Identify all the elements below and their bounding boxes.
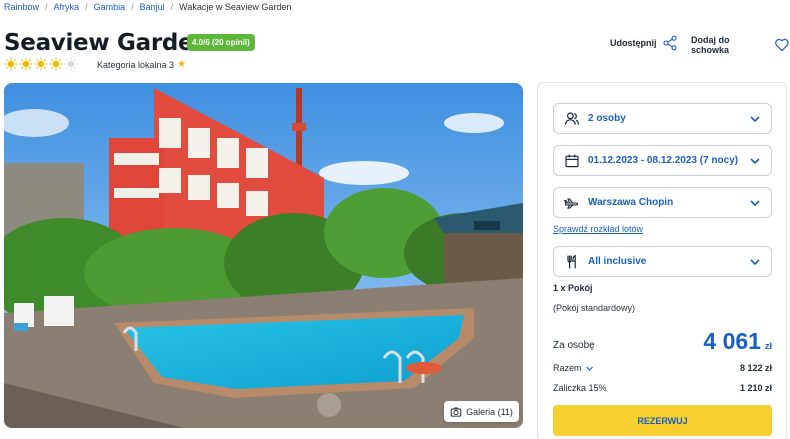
breadcrumb-link-rainbow[interactable]: Rainbow [4, 2, 39, 12]
price-currency: zł [764, 341, 772, 351]
chevron-down-icon [750, 157, 760, 164]
price-amount: 4 061 [703, 328, 761, 354]
total-value: 8 122 zł [739, 363, 772, 373]
guests-value: 2 osoby [588, 113, 626, 124]
breadcrumb: Rainbow / Afryka / Gambia / Banjul / Wak… [4, 2, 291, 12]
departure-select[interactable]: Warszawa Chopin [553, 187, 772, 218]
hotel-photo[interactable] [4, 83, 523, 428]
gallery-label: Galeria (11) [466, 406, 513, 417]
camera-icon [450, 406, 462, 417]
breadcrumb-separator: / [170, 2, 174, 12]
breadcrumb-separator: / [85, 2, 88, 12]
booking-panel: 2 osoby 01.12.2023 - 08.12.2023 (7 nocy)… [537, 82, 787, 439]
user-icon [565, 111, 579, 125]
dates-value: 01.12.2023 - 08.12.2023 (7 nocy) [588, 155, 739, 166]
calendar-icon [565, 154, 579, 167]
guests-select[interactable]: 2 osoby [553, 103, 772, 134]
sun-half-icon [64, 57, 78, 71]
page-title: Seaview Garden [4, 30, 210, 56]
board-value: All inclusive [588, 256, 647, 267]
sun-icon [49, 57, 63, 71]
per-person-price: 4 061 zł [703, 328, 772, 355]
sun-icon [19, 57, 33, 71]
add-to-favorites-button[interactable]: Dodaj do schowka [691, 35, 790, 55]
star-icon: ★ [177, 59, 187, 70]
check-flights-link[interactable]: Sprawdź rozkład lotów [553, 224, 643, 234]
cutlery-icon [567, 254, 576, 268]
room-count: 1 x Pokój [553, 283, 593, 293]
share-button[interactable]: Udostępnij [610, 35, 678, 51]
breadcrumb-link-gambia[interactable]: Gambia [94, 2, 126, 12]
reserve-button[interactable]: REZERWUJ [553, 405, 772, 436]
chevron-down-icon [750, 199, 760, 206]
total-label: Razem [553, 363, 582, 373]
breadcrumb-separator: / [45, 2, 48, 12]
local-category: Kategoria lokalna 3 ★ [97, 59, 186, 70]
departure-value: Warszawa Chopin [588, 197, 674, 208]
breadcrumb-link-banjul[interactable]: Banjul [140, 2, 165, 12]
deposit-row: Zaliczka 15% 1 210 zł [553, 383, 772, 393]
room-type: (Pokój standardowy) [553, 303, 636, 313]
breadcrumb-link-afryka[interactable]: Afryka [54, 2, 80, 12]
total-toggle[interactable]: Razem [553, 363, 594, 373]
per-person-label: Za osobę [553, 340, 595, 351]
board-select[interactable]: All inclusive [553, 246, 772, 277]
sun-icon [4, 57, 18, 71]
total-row: Razem 8 122 zł [553, 363, 772, 373]
breadcrumb-current: Wakacje w Seaview Garden [179, 2, 292, 12]
plane-icon [564, 197, 579, 209]
share-icon [662, 35, 677, 51]
sun-icon [34, 57, 48, 71]
chevron-down-icon [750, 258, 760, 265]
rating-badge[interactable]: 4.0/6 (20 opinii) [187, 34, 255, 51]
breadcrumb-separator: / [131, 2, 134, 12]
favorites-label: Dodaj do schowka [691, 35, 730, 55]
sun-rating [4, 57, 78, 71]
deposit-value: 1 210 zł [739, 383, 772, 393]
deposit-label: Zaliczka 15% [553, 383, 607, 393]
dates-select[interactable]: 01.12.2023 - 08.12.2023 (7 nocy) [553, 145, 772, 176]
share-label: Udostępnij [610, 38, 657, 48]
heart-icon [775, 38, 789, 52]
category-label: Kategoria lokalna 3 [97, 59, 175, 70]
chevron-down-icon [750, 115, 760, 122]
gallery-button[interactable]: Galeria (11) [444, 401, 519, 422]
chevron-down-icon [585, 366, 593, 371]
